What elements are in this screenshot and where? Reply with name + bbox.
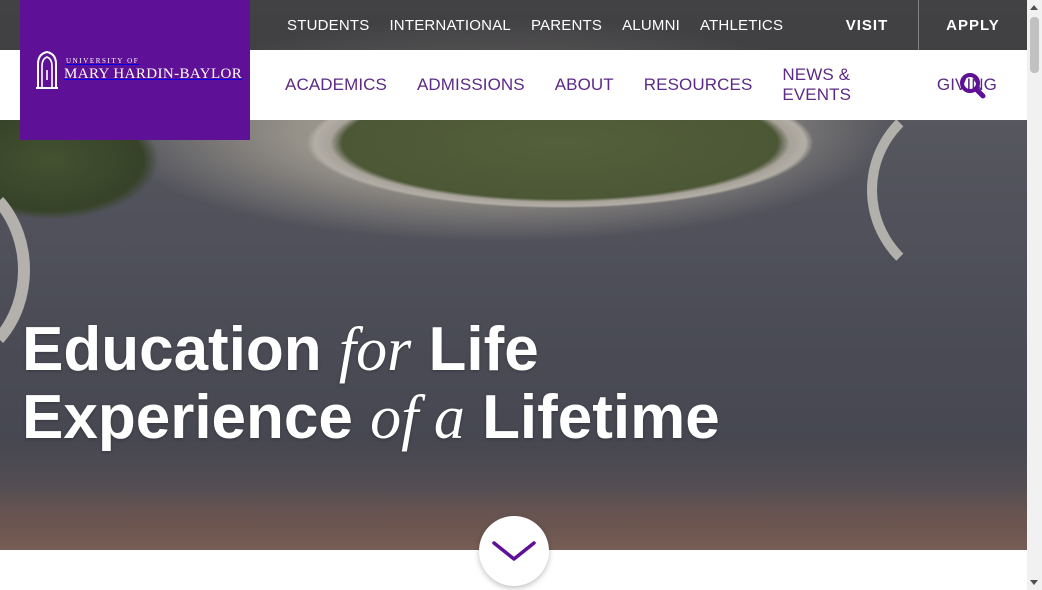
headline-line-2: Experience of a Lifetime <box>22 383 720 453</box>
bell-tower-icon <box>34 50 60 90</box>
utility-link-parents[interactable]: PARENTS <box>531 17 602 34</box>
utility-link-alumni[interactable]: ALUMNI <box>622 17 680 34</box>
nav-about[interactable]: ABOUT <box>555 75 614 95</box>
nav-news-events[interactable]: NEWS & EVENTS <box>782 65 907 105</box>
visit-link[interactable]: VISIT <box>826 0 918 50</box>
nav-admissions[interactable]: ADMISSIONS <box>417 75 525 95</box>
headline-word: Life <box>428 315 539 384</box>
university-logo[interactable]: UNIVERSITY OF MARY HARDIN-BAYLOR <box>20 0 250 140</box>
utility-link-students[interactable]: STUDENTS <box>287 17 369 34</box>
logo-wordmark: UNIVERSITY OF MARY HARDIN-BAYLOR <box>64 57 242 83</box>
headline-italic: for <box>338 316 412 384</box>
hero-headline: Education for Life Experience of a Lifet… <box>22 315 720 453</box>
headline-word: Education <box>22 315 322 384</box>
scroll-down-button[interactable] <box>479 516 549 586</box>
chevron-down-icon <box>492 541 536 561</box>
headline-word: Experience <box>22 383 353 452</box>
utility-link-international[interactable]: INTERNATIONAL <box>389 17 511 34</box>
page-scrollbar[interactable] <box>1027 0 1042 590</box>
utility-link-athletics[interactable]: ATHLETICS <box>700 17 783 34</box>
utility-cta: VISIT APPLY <box>826 0 1027 50</box>
apply-link[interactable]: APPLY <box>919 0 1027 50</box>
scroll-up-arrow[interactable] <box>1030 5 1038 10</box>
main-nav-items: ACADEMICS ADMISSIONS ABOUT RESOURCES NEW… <box>285 50 1027 120</box>
logo-line-1: UNIVERSITY OF <box>66 57 140 65</box>
headline-word: Lifetime <box>482 383 720 452</box>
scrollbar-thumb[interactable] <box>1030 17 1039 73</box>
logo-line-2: MARY HARDIN-BAYLOR <box>64 66 243 82</box>
utility-links: STUDENTS INTERNATIONAL PARENTS ALUMNI AT… <box>287 0 803 50</box>
headline-line-1: Education for Life <box>22 315 720 385</box>
scroll-down-arrow[interactable] <box>1030 580 1038 585</box>
headline-italic: of a <box>370 384 465 452</box>
nav-academics[interactable]: ACADEMICS <box>285 75 387 95</box>
nav-resources[interactable]: RESOURCES <box>644 75 753 95</box>
search-icon[interactable] <box>958 71 988 101</box>
